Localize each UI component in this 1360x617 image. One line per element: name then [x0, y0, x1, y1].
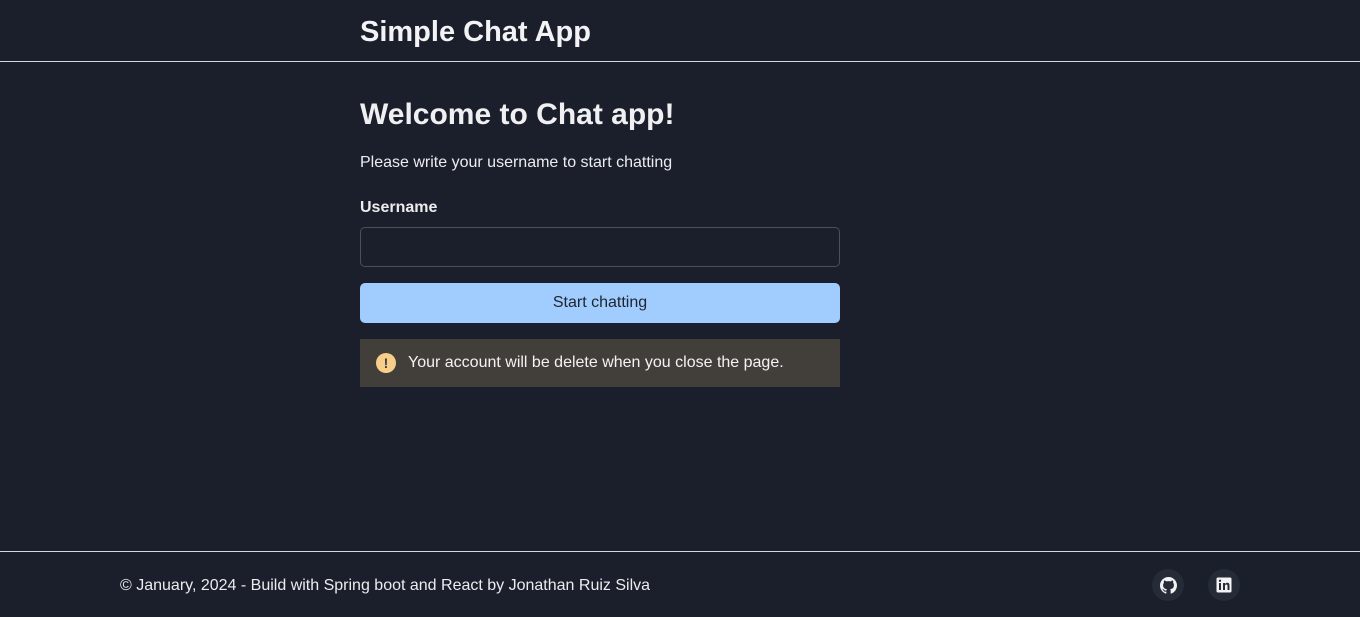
- footer: © January, 2024 - Build with Spring boot…: [0, 551, 1360, 617]
- linkedin-link[interactable]: [1208, 569, 1240, 601]
- welcome-title: Welcome to Chat app!: [360, 98, 675, 131]
- username-label: Username: [360, 199, 438, 216]
- page: Simple Chat App Welcome to Chat app! Ple…: [0, 0, 1360, 617]
- exclamation-circle-icon: !: [376, 353, 396, 373]
- footer-copyright: © January, 2024 - Build with Spring boot…: [120, 577, 651, 594]
- app-title: Simple Chat App: [360, 16, 591, 48]
- start-chatting-button[interactable]: Start chatting: [360, 283, 840, 323]
- github-icon: [1159, 576, 1177, 594]
- header: Simple Chat App: [0, 0, 1360, 62]
- username-input[interactable]: [360, 227, 840, 267]
- warning-alert: ! Your account will be delete when you c…: [360, 339, 840, 387]
- linkedin-icon: [1216, 577, 1232, 593]
- welcome-subtitle: Please write your username to start chat…: [360, 154, 673, 171]
- github-link[interactable]: [1152, 569, 1184, 601]
- alert-text: Your account will be delete when you clo…: [408, 354, 784, 371]
